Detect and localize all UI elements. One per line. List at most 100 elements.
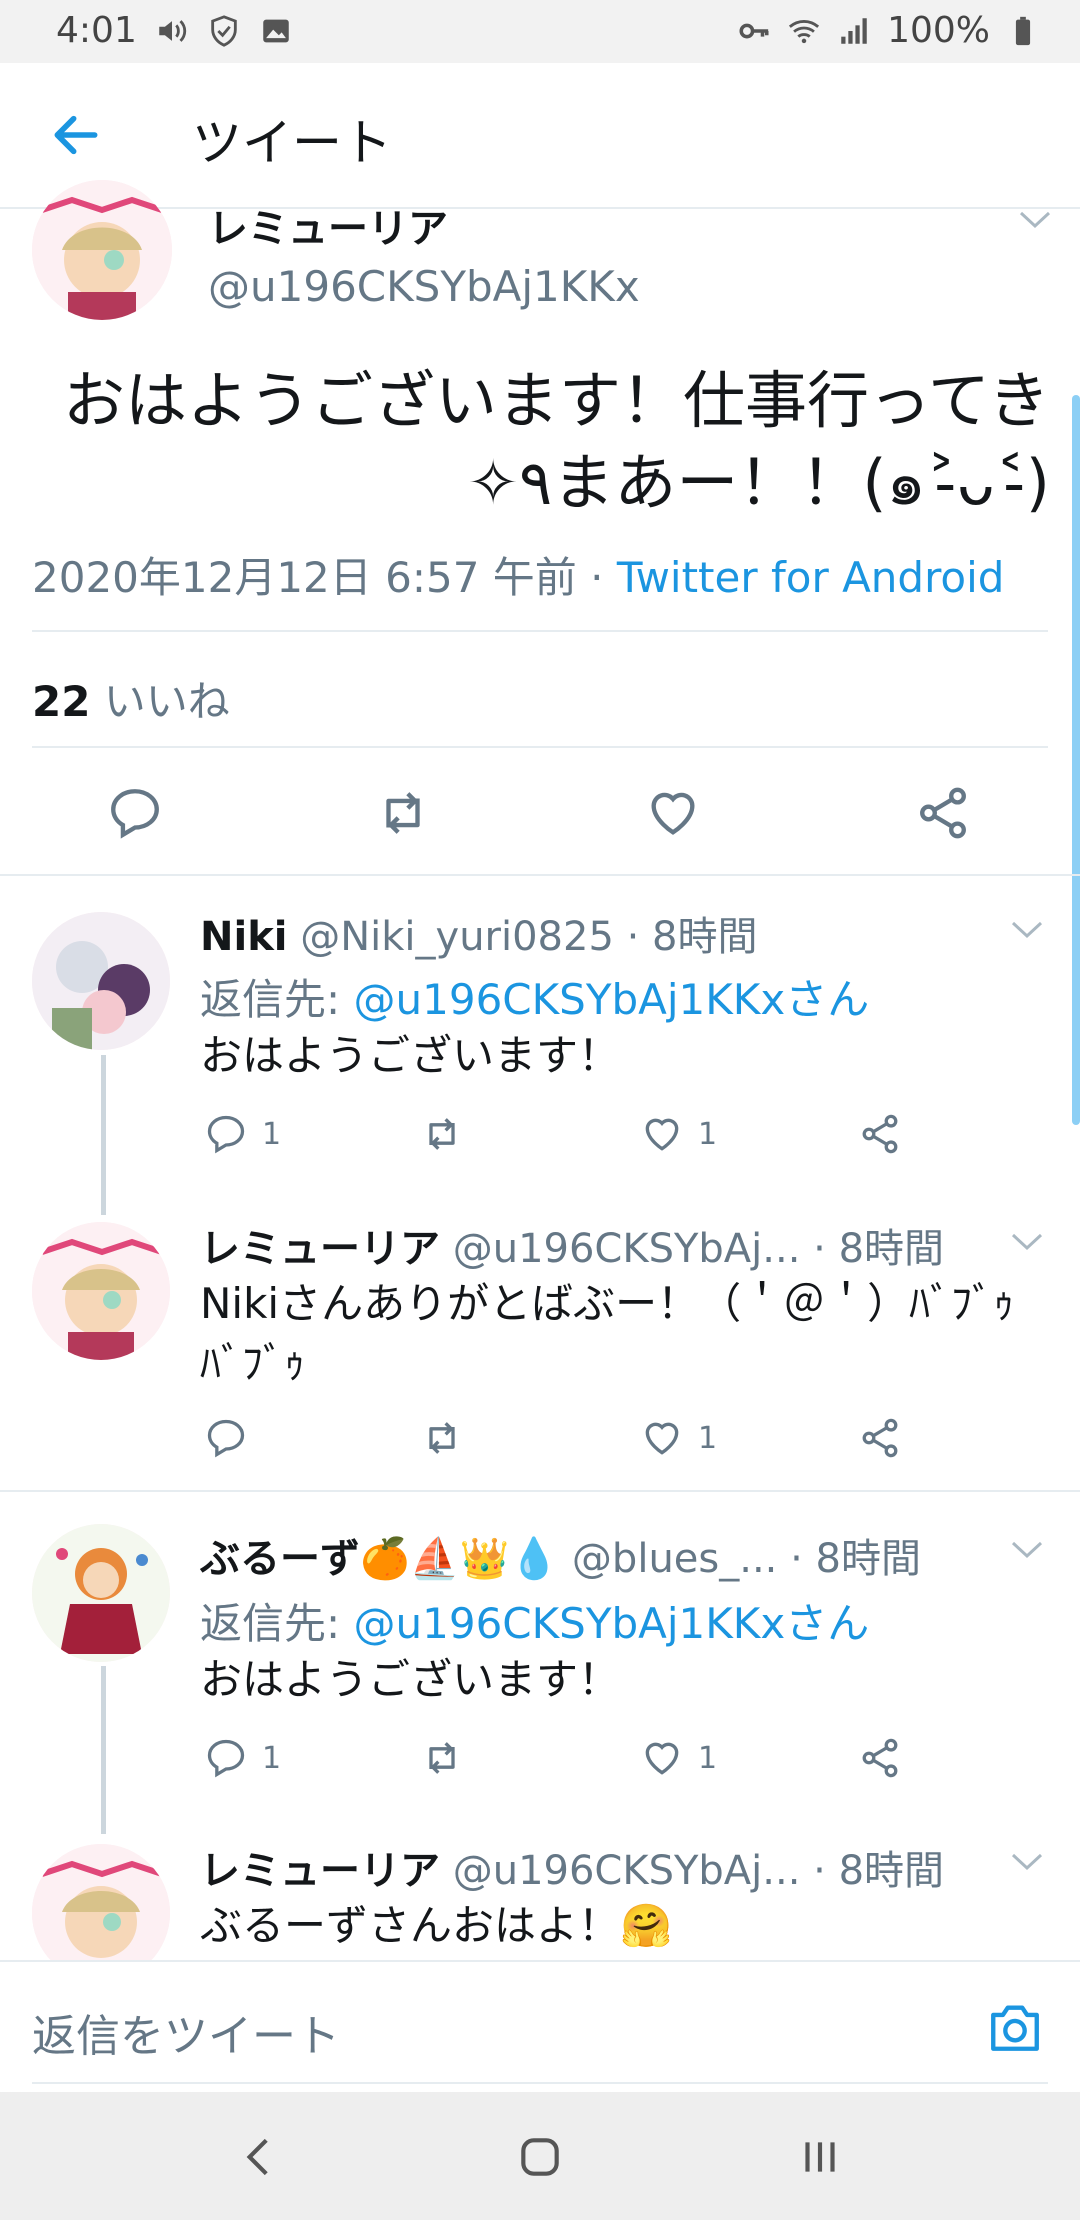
like-button[interactable]: 1 xyxy=(640,1112,717,1156)
reply-icon xyxy=(207,1115,245,1154)
thread-line xyxy=(101,1055,106,1215)
heart-icon xyxy=(645,1742,679,1775)
reply-time: · 8時間 xyxy=(800,1848,945,1894)
tweet-text-line-1: おはようございます！仕事行ってき xyxy=(62,364,1050,437)
avatar-illustration xyxy=(32,1524,170,1662)
reply-header: レミューリア @u196CKSYbAj... · 8時間 xyxy=(200,1838,944,1896)
replying-to-link[interactable]: @u196CKSYbAj1KKxさん xyxy=(354,975,870,1024)
reply-author-name[interactable]: Niki xyxy=(200,914,288,960)
chevron-down-icon[interactable] xyxy=(1010,920,1044,940)
share-button[interactable] xyxy=(858,1736,902,1780)
retweet-button[interactable] xyxy=(420,1416,464,1460)
battery-percent: 100% xyxy=(887,10,990,51)
reply-time: · 8時間 xyxy=(800,1226,945,1272)
reply-header: レミューリア @u196CKSYbAj... · 8時間 xyxy=(200,1216,944,1274)
share-button[interactable] xyxy=(858,1112,902,1156)
replying-to: 返信先: @u196CKSYbAj1KKxさん xyxy=(200,1590,869,1651)
divider xyxy=(0,874,1080,876)
back-nav-icon[interactable] xyxy=(232,2132,288,2182)
avatar[interactable] xyxy=(32,1524,170,1662)
reply-count: 1 xyxy=(262,1740,282,1776)
reply-author-name[interactable]: レミューリア xyxy=(200,1226,440,1272)
reply-button[interactable]: 1 xyxy=(204,1112,281,1156)
retweet-button[interactable] xyxy=(420,1112,464,1156)
chevron-down-icon[interactable] xyxy=(1010,1540,1044,1560)
composer-underline xyxy=(32,2082,1048,2084)
replying-to: 返信先: @u196CKSYbAj1KKxさん xyxy=(200,966,869,1027)
tweet-text-line-2: ✧٩まあー！！(๑˃̵ᴗ˂̵) xyxy=(467,446,1050,519)
recents-nav-icon[interactable] xyxy=(792,2132,848,2182)
replying-to-link[interactable]: @u196CKSYbAj1KKxさん xyxy=(354,1599,870,1648)
volume-icon xyxy=(159,19,187,42)
retweet-button[interactable] xyxy=(420,1736,464,1780)
reply-author-name[interactable]: レミューリア xyxy=(200,1848,440,1894)
reply-text: Nikiさんありがとばぶー！（＇＠＇）ﾊﾞﾌﾞｩﾊﾞﾌﾞｩ xyxy=(200,1279,1015,1388)
system-nav-bar xyxy=(0,2092,1080,2220)
share-icon xyxy=(862,1114,898,1154)
reply-input-placeholder[interactable]: 返信をツイート xyxy=(32,2000,340,2064)
wifi-icon xyxy=(789,19,820,43)
reply-icon xyxy=(207,1419,245,1458)
replying-to-prefix: 返信先: xyxy=(200,975,354,1024)
avatar[interactable] xyxy=(32,180,172,320)
avatar-illustration xyxy=(32,912,170,1050)
reply-header: ぶるーず🍊⛵👑💧 @blues_... · 8時間 xyxy=(200,1526,921,1584)
retweet-icon xyxy=(429,1422,455,1454)
author-handle[interactable]: @u196CKSYbAj1KKx xyxy=(208,262,640,311)
like-count: 22 xyxy=(32,677,91,726)
replying-to-prefix: 返信先: xyxy=(200,1599,354,1648)
tweet-text: おはようございます！仕事行ってき ✧٩まあー！！(๑˃̵ᴗ˂̵) xyxy=(30,360,1050,524)
reply-button[interactable]: 1 xyxy=(204,1736,281,1780)
reply-icon xyxy=(207,1739,245,1778)
reply-count: 1 xyxy=(262,1116,282,1152)
reply-author-handle[interactable]: @Niki_yuri0825 xyxy=(288,914,614,960)
reply-header: Niki @Niki_yuri0825 · 8時間 xyxy=(200,904,758,962)
like-count: 1 xyxy=(698,1420,718,1456)
tweet-datetime: 2020年12月12日 6:57 午前 xyxy=(32,553,577,602)
reply-author-handle[interactable]: @u196CKSYbAj... xyxy=(440,1848,801,1894)
share-icon xyxy=(862,1738,898,1778)
avatar-illustration xyxy=(32,180,172,320)
back-arrow-icon[interactable] xyxy=(48,107,104,163)
reply-text: ぶるーずさんおはよ！🤗 xyxy=(200,1901,673,1950)
like-button[interactable]: 1 xyxy=(640,1736,717,1780)
home-nav-icon[interactable] xyxy=(512,2132,568,2182)
reply-button[interactable] xyxy=(204,1416,248,1460)
author-name[interactable]: レミューリア xyxy=(208,196,448,254)
camera-icon[interactable] xyxy=(986,2000,1044,2054)
chevron-down-icon[interactable] xyxy=(1010,1232,1044,1252)
avatar-illustration xyxy=(32,1222,170,1360)
like-count: 1 xyxy=(698,1740,718,1776)
chevron-down-icon[interactable] xyxy=(1010,1852,1044,1872)
reply-author-name[interactable]: ぶるーず🍊⛵👑💧 xyxy=(200,1536,559,1582)
heart-icon[interactable] xyxy=(644,784,702,842)
divider xyxy=(32,630,1048,632)
battery-icon xyxy=(1015,16,1031,45)
reply-author-handle[interactable]: @u196CKSYbAj... xyxy=(440,1226,801,1272)
retweet-icon xyxy=(429,1118,455,1150)
app-bar: ツイート xyxy=(0,63,1080,209)
like-count: 1 xyxy=(698,1116,718,1152)
scrollbar[interactable] xyxy=(1072,395,1080,1125)
chevron-down-icon[interactable] xyxy=(1018,210,1052,230)
likes-summary[interactable]: 22 いいね xyxy=(32,668,230,729)
shield-icon xyxy=(211,14,237,47)
thread-line xyxy=(101,1666,106,1834)
divider xyxy=(32,746,1048,748)
page-title: ツイート xyxy=(192,114,392,172)
meta-separator: · xyxy=(576,553,617,602)
reply-time: · 8時間 xyxy=(777,1536,921,1582)
share-button[interactable] xyxy=(858,1416,902,1460)
like-button[interactable]: 1 xyxy=(640,1416,717,1460)
signal-icon xyxy=(841,17,867,44)
reply-composer[interactable]: 返信をツイート xyxy=(0,1960,1080,2092)
share-icon[interactable] xyxy=(914,784,972,842)
reply-author-handle[interactable]: @blues_... xyxy=(559,1536,777,1582)
status-time: 4:01 xyxy=(56,10,137,51)
reply-icon[interactable] xyxy=(106,784,164,842)
tweet-source-link[interactable]: Twitter for Android xyxy=(617,553,1005,602)
avatar[interactable] xyxy=(32,1222,170,1360)
avatar[interactable] xyxy=(32,912,170,1050)
retweet-icon[interactable] xyxy=(374,784,432,842)
reply-text: おはようございます！ xyxy=(200,1031,621,1080)
